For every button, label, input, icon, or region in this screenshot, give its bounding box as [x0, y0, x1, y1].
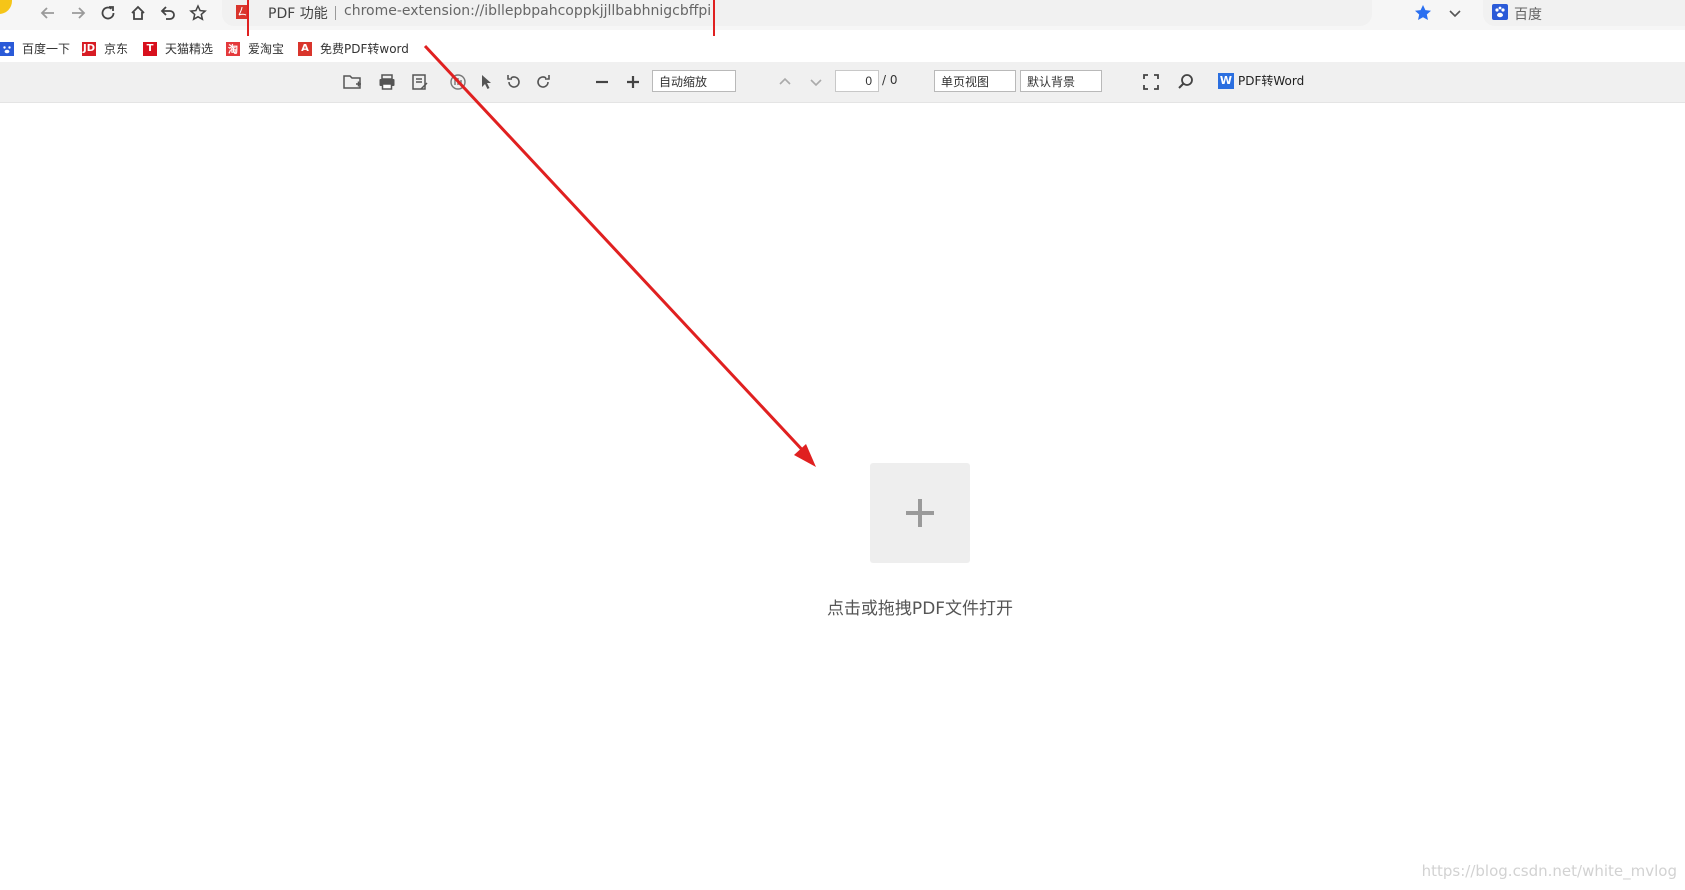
bookmark-star-button[interactable] [1413, 3, 1433, 23]
back-button[interactable] [36, 1, 60, 25]
previous-page-button[interactable] [775, 72, 795, 92]
home-button[interactable] [126, 1, 150, 25]
pdf-icon [236, 4, 248, 19]
word-icon: W [1218, 72, 1234, 89]
view-mode-select[interactable]: 单页视图 [934, 70, 1016, 92]
hand-icon [450, 74, 466, 90]
next-page-button[interactable] [806, 72, 826, 92]
printer-icon [379, 74, 395, 90]
folder-open-icon [343, 75, 361, 89]
tmall-icon: T [143, 41, 157, 56]
plus-icon [627, 76, 639, 88]
save-button[interactable] [410, 72, 430, 92]
rotate-ccw-icon [507, 75, 520, 88]
reload-button[interactable] [96, 1, 120, 25]
zoom-select[interactable]: 自动缩放 [652, 70, 736, 92]
chevron-down-icon [810, 79, 822, 87]
pdf-to-word-label: PDF转Word [1238, 74, 1305, 88]
pdf-icon: A [298, 41, 312, 56]
bookmarks-bar: 百度一下 JD 京东 T 天猫精选 淘 爱淘宝 A 免费PDF转word [0, 36, 1685, 60]
bookmark-label: 天猫精选 [165, 42, 214, 56]
fullscreen-icon [1143, 74, 1159, 90]
background-select[interactable]: 默认背景 [1020, 70, 1102, 92]
reload-icon [101, 6, 115, 20]
zoom-out-button[interactable] [592, 72, 612, 92]
search-button[interactable] [1176, 72, 1196, 92]
hand-tool-button[interactable] [448, 72, 468, 92]
arrow-left-icon [40, 7, 54, 19]
home-icon [131, 5, 145, 20]
address-dropdown-button[interactable] [1446, 4, 1464, 22]
chevron-up-icon [779, 77, 791, 85]
minus-icon [596, 80, 608, 84]
jd-icon: JD [82, 41, 96, 56]
bookmark-free-pdf-to-word[interactable]: A 免费PDF转word [298, 40, 409, 57]
cursor-arrow-icon [482, 75, 491, 89]
page-total-label: / 0 [882, 73, 898, 87]
bookmark-tmall[interactable]: T 天猫精选 [143, 40, 213, 57]
bookmark-baidu[interactable]: 百度一下 [0, 40, 70, 57]
open-file-tile[interactable] [870, 463, 970, 563]
rotate-right-button[interactable] [533, 72, 553, 92]
rotate-left-button[interactable] [504, 72, 524, 92]
zoom-in-button[interactable] [623, 72, 643, 92]
chevron-down-icon [1449, 10, 1461, 18]
arrow-right-icon [72, 7, 86, 19]
rotate-cw-icon [537, 75, 550, 88]
bookmark-jd[interactable]: JD 京东 [82, 40, 128, 57]
watermark: https://blog.csdn.net/white_mvlog [1421, 862, 1677, 880]
omnibox-url[interactable]: chrome-extension://ibllepbpahcoppkjjllba… [344, 3, 711, 19]
pdf-toolbar: 自动缩放 / 0 单页视图 默认背景 W PDF转Word [0, 62, 1685, 103]
search-engine-label: 百度 [1514, 7, 1542, 23]
browser-toolbar: PDF 功能 chrome-extension://ibllepbpahcopp… [0, 0, 1685, 40]
forward-button[interactable] [66, 1, 90, 25]
omnibox-scheme-label: PDF 功能 [268, 6, 328, 22]
open-file-hint: 点击或拖拽PDF文件打开 [826, 599, 1014, 619]
bookmark-label: 百度一下 [22, 42, 71, 56]
star-filled-icon [1415, 5, 1431, 20]
bookmark-taobao[interactable]: 淘 爱淘宝 [226, 40, 284, 57]
open-file-button[interactable] [343, 72, 363, 92]
star-outline-icon [189, 4, 207, 21]
select-tool-button[interactable] [476, 72, 496, 92]
undo-close-tab-button[interactable] [156, 1, 180, 25]
baidu-paw-icon [0, 41, 14, 56]
annotation-arrow [423, 44, 816, 467]
taobao-icon: 淘 [226, 41, 240, 56]
search-icon [1178, 74, 1193, 89]
favorite-button[interactable] [186, 1, 210, 25]
pdf-to-word-button[interactable]: W PDF转Word [1218, 72, 1304, 89]
bookmark-label: 爱淘宝 [248, 42, 285, 56]
baidu-paw-icon [1492, 4, 1508, 20]
document-edit-icon [412, 74, 428, 90]
bookmark-label: 京东 [104, 42, 129, 56]
print-button[interactable] [377, 72, 397, 92]
bookmark-label: 免费PDF转word [320, 42, 409, 56]
fullscreen-button[interactable] [1141, 72, 1161, 92]
undo-icon [160, 6, 175, 20]
browser-logo [0, 0, 12, 14]
page-number-input[interactable] [835, 70, 879, 92]
omnibox-separator [335, 6, 336, 20]
